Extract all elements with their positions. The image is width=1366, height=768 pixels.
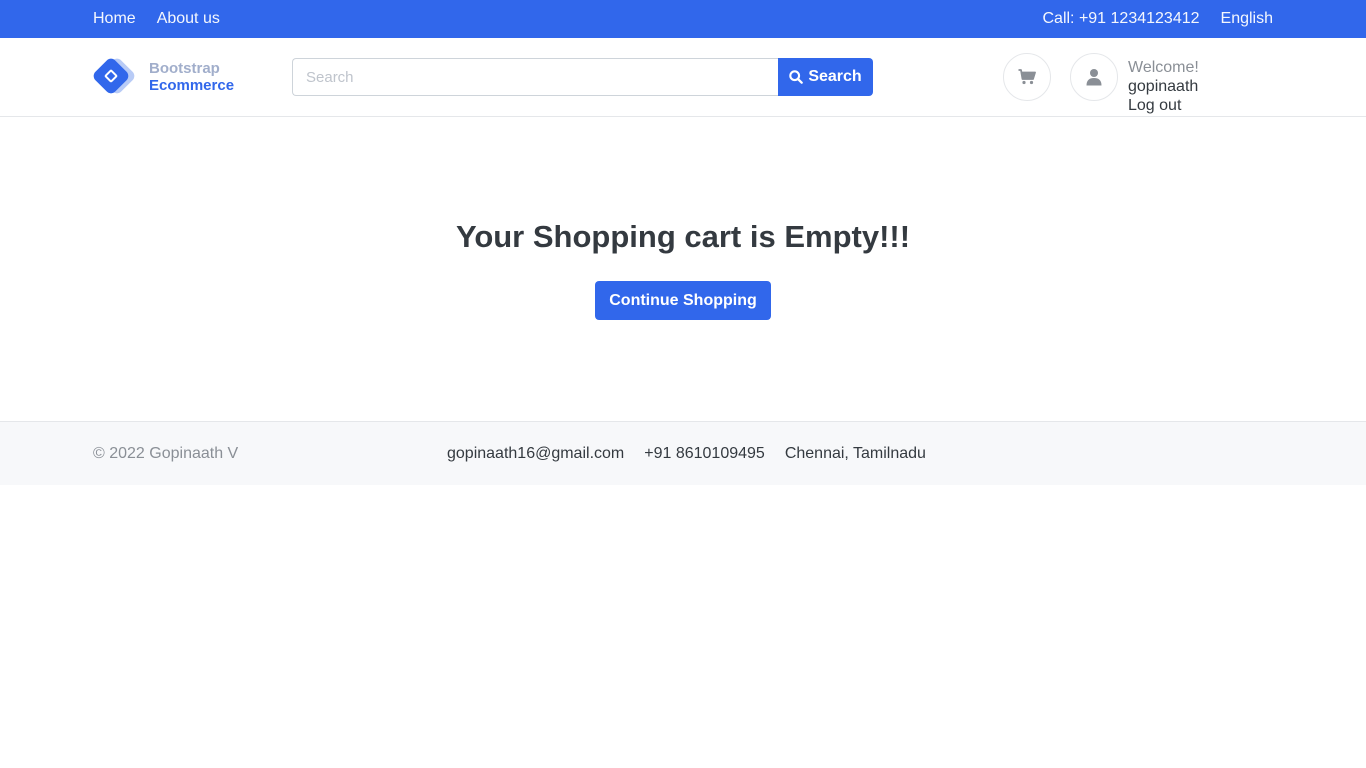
footer: © 2022 Gopinaath V gopinaath16@gmail.com… <box>0 421 1366 485</box>
user-account-button[interactable] <box>1070 53 1118 101</box>
empty-cart-heading: Your Shopping cart is Empty!!! <box>455 219 911 254</box>
search-button[interactable]: Search <box>778 58 873 96</box>
username-link[interactable]: gopinaath <box>1128 78 1198 95</box>
call-phone-link[interactable]: Call: +91 1234123412 <box>1042 10 1199 28</box>
nav-about-link[interactable]: About us <box>157 10 220 28</box>
brand-logo-link[interactable]: Bootstrap Ecommerce <box>91 56 234 97</box>
footer-phone-link[interactable]: +91 8610109495 <box>644 445 765 463</box>
welcome-label: Welcome! <box>1128 59 1199 76</box>
continue-shopping-button[interactable]: Continue Shopping <box>595 281 771 320</box>
top-contact: Call: +91 1234123412 English <box>1042 0 1273 38</box>
cart-content: Your Shopping cart is Empty!!! Continue … <box>0 117 1366 421</box>
shopping-cart-icon <box>1018 69 1036 85</box>
cart-button[interactable] <box>1003 53 1051 101</box>
footer-email-link[interactable]: gopinaath16@gmail.com <box>447 445 624 463</box>
header: Bootstrap Ecommerce Search Search Welcom… <box>0 38 1366 117</box>
search-icon <box>789 70 804 84</box>
search-form: Search <box>292 58 873 96</box>
nav-home-link[interactable]: Home <box>93 10 136 28</box>
search-button-label: Search <box>808 68 862 85</box>
brand-name: Bootstrap Ecommerce <box>149 60 234 94</box>
top-nav: Home About us <box>93 0 220 38</box>
user-icon <box>1086 69 1102 86</box>
top-bar: Home About us Call: +91 1234123412 Engli… <box>0 0 1366 38</box>
brand-line2: Ecommerce <box>149 77 235 94</box>
language-selector[interactable]: English <box>1221 10 1273 28</box>
footer-location: Chennai, Tamilnadu <box>784 444 926 462</box>
logout-link[interactable]: Log out <box>1128 97 1181 114</box>
footer-contacts: gopinaath16@gmail.com +91 8610109495 Che… <box>447 422 926 485</box>
user-welcome: Welcome! gopinaath Log out <box>1128 58 1273 115</box>
tag-icon <box>91 56 141 97</box>
footer-copyright: © 2022 Gopinaath V <box>93 444 239 462</box>
brand-line1: Bootstrap <box>149 60 220 77</box>
search-input[interactable] <box>292 58 778 96</box>
